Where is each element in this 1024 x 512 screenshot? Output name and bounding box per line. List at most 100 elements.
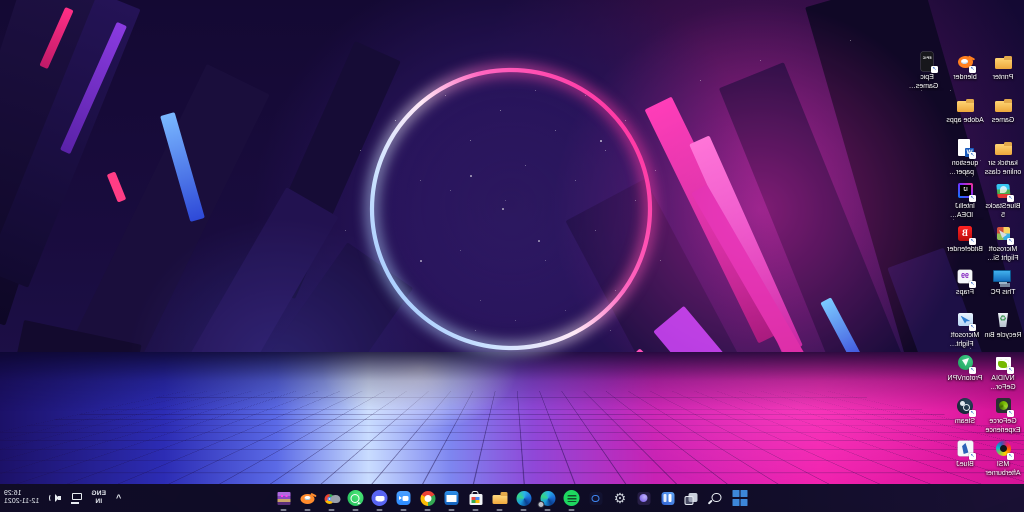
desktop-icon-label: GeForce Experience xyxy=(984,418,1022,435)
desktop-icon-bluej[interactable]: ↗ BlueJ xyxy=(946,439,984,470)
taskbar: ⚙ ^ ENG IN xyxy=(0,484,1024,512)
desktop-icon-bitdefender[interactable]: ↗ Bitdefender xyxy=(946,224,984,255)
windows-start-icon xyxy=(732,490,749,507)
taskbar-edge-beta-button[interactable] xyxy=(540,490,557,507)
shortcut-arrow-badge: ↗ xyxy=(1007,238,1014,245)
language-line-2: IN xyxy=(95,498,102,505)
taskbar-clock[interactable]: 16:29 12-11-2021 xyxy=(4,490,39,507)
clock-date: 12-11-2021 xyxy=(4,498,39,505)
desktop-icon-bluestacks-5[interactable]: ↗ BlueStacks 5 xyxy=(984,181,1022,220)
taskbar-edge-button[interactable] xyxy=(516,490,533,507)
desktop-icon-nvidia-geforce[interactable]: ↗ NVIDIA GeFor... xyxy=(984,353,1022,392)
shortcut-arrow-badge: ↗ xyxy=(1007,410,1014,417)
desktop-icon-question-paper[interactable]: ↗ question paper debe... xyxy=(946,138,984,177)
mail-icon xyxy=(444,490,461,507)
taskbar-whatsapp-button[interactable] xyxy=(348,490,365,507)
edge-icon xyxy=(516,490,533,507)
language-indicator[interactable]: ENG IN xyxy=(91,490,106,506)
taskbar-widgets-button[interactable] xyxy=(660,490,677,507)
taskbar-mail-button[interactable] xyxy=(444,490,461,507)
ui-layer: Printer Games kartick sir online class ↗… xyxy=(0,0,1024,512)
desktop-icon-label: NVIDIA GeFor... xyxy=(984,375,1022,392)
shortcut-arrow-badge: ↗ xyxy=(1007,453,1014,460)
taskbar-chat-button[interactable] xyxy=(636,490,653,507)
desktop-icon-steam[interactable]: ↗ Steam xyxy=(946,396,984,427)
taskbar-gimp-button[interactable] xyxy=(324,490,341,507)
taskbar-spotify-button[interactable] xyxy=(564,490,581,507)
this-pc-icon xyxy=(993,267,1013,287)
desktop-icon-label: BlueStacks 5 xyxy=(984,203,1022,220)
taskbar-start-button[interactable] xyxy=(732,490,749,507)
taskbar-task-view-button[interactable] xyxy=(684,490,701,507)
taskbar-blue-ring-app-button[interactable] xyxy=(588,490,605,507)
taskbar-zoom-button[interactable] xyxy=(396,490,413,507)
desktop-icon-label: Epic Games Launcher xyxy=(908,74,946,91)
shortcut-arrow-badge: ↗ xyxy=(969,281,976,288)
shortcut-arrow-badge: ↗ xyxy=(1007,367,1014,374)
shortcut-arrow-badge: ↗ xyxy=(969,152,976,159)
edge-beta-icon xyxy=(540,490,557,507)
blue-ring-app-icon xyxy=(588,490,605,507)
pixel-game-icon xyxy=(276,490,293,507)
discord-icon xyxy=(372,490,389,507)
desktop-icon-microsoft-flight-simu[interactable]: ↗ Microsoft Flight Simu... xyxy=(946,310,984,349)
desktop-icon-fraps[interactable]: ↗ Fraps xyxy=(946,267,984,298)
spotify-icon xyxy=(564,490,581,507)
shortcut-arrow-badge: ↗ xyxy=(969,324,976,331)
desktop-icon-label: blender xyxy=(946,74,984,83)
desktop-icon-label: Bitdefender xyxy=(946,246,984,255)
desktop-icon-recycle-bin[interactable]: Recycle Bin xyxy=(984,310,1022,341)
desktop-icon-protonvpn[interactable]: ↗ ProtonVPN xyxy=(946,353,984,384)
language-line-1: ENG xyxy=(91,490,106,497)
update-badge xyxy=(538,501,545,508)
desktop-icon-printer[interactable]: Printer xyxy=(984,52,1022,83)
clock-time: 16:29 xyxy=(4,490,22,497)
taskbar-chrome-button[interactable] xyxy=(420,490,437,507)
shortcut-arrow-badge: ↗ xyxy=(931,66,938,73)
shortcut-arrow-badge: ↗ xyxy=(969,453,976,460)
shortcut-arrow-badge: ↗ xyxy=(969,410,976,417)
desktop-icon-label: ProtonVPN xyxy=(946,375,984,384)
folder-icon xyxy=(993,52,1013,72)
search-icon xyxy=(708,490,725,507)
task-view-icon xyxy=(684,490,701,507)
desktop-icon-kartick-sir-online-class[interactable]: kartick sir online class xyxy=(984,138,1022,177)
network-icon[interactable] xyxy=(69,493,83,504)
desktop-icon-games[interactable]: Games xyxy=(984,95,1022,126)
desktop-icon-geforce-experience[interactable]: ↗ GeForce Experience xyxy=(984,396,1022,435)
gimp-icon xyxy=(324,490,341,507)
recycle-bin-icon xyxy=(993,310,1013,330)
desktop-icon-blender[interactable]: ↗ blender xyxy=(946,52,984,83)
shortcut-arrow-badge: ↗ xyxy=(969,66,976,73)
desktop-icon-label: question paper debe... xyxy=(946,160,984,177)
taskbar-file-explorer-button[interactable] xyxy=(492,490,509,507)
taskbar-settings-button[interactable]: ⚙ xyxy=(612,490,629,507)
desktop-icon-label: Adobe apps xyxy=(946,117,984,126)
taskbar-microsoft-store-button[interactable] xyxy=(468,490,485,507)
desktop-icon-label: This PC xyxy=(984,289,1022,298)
desktop-icon-epic-games-launcher[interactable]: ↗ Epic Games Launcher xyxy=(908,52,946,91)
shortcut-arrow-badge: ↗ xyxy=(969,238,976,245)
desktop-icon-label: Games xyxy=(984,117,1022,126)
taskbar-search-button[interactable] xyxy=(708,490,725,507)
taskbar-blender-button[interactable] xyxy=(300,490,317,507)
hidden-icons-chevron[interactable]: ^ xyxy=(114,493,123,503)
desktop-icon-microsoft-flight-si[interactable]: ↗ Microsoft Flight Si... xyxy=(984,224,1022,263)
desktop-icon-intellij-idea[interactable]: ↗ IntelliJ IDEA Communi... xyxy=(946,181,984,220)
file-explorer-icon xyxy=(492,490,509,507)
desktop-icon-label: Printer xyxy=(984,74,1022,83)
taskbar-discord-button[interactable] xyxy=(372,490,389,507)
desktop-icon-label: Steam xyxy=(946,418,984,427)
desktop-icon-adobe-apps[interactable]: Adobe apps xyxy=(946,95,984,126)
desktop-icon-label: Recycle Bin xyxy=(984,332,1022,341)
desktop-icon-this-pc[interactable]: This PC xyxy=(984,267,1022,298)
desktop-icon-msi-afterburner[interactable]: ↗ MSI Afterburner xyxy=(984,439,1022,478)
chrome-icon xyxy=(420,490,437,507)
taskbar-center-group: ⚙ xyxy=(276,484,749,512)
whatsapp-icon xyxy=(348,490,365,507)
taskbar-game-button[interactable] xyxy=(276,490,293,507)
volume-icon[interactable] xyxy=(47,493,61,504)
desktop-icon-label: BlueJ xyxy=(946,461,984,470)
desktop-icon-label: Microsoft Flight Si... xyxy=(984,246,1022,263)
shortcut-arrow-badge: ↗ xyxy=(969,195,976,202)
